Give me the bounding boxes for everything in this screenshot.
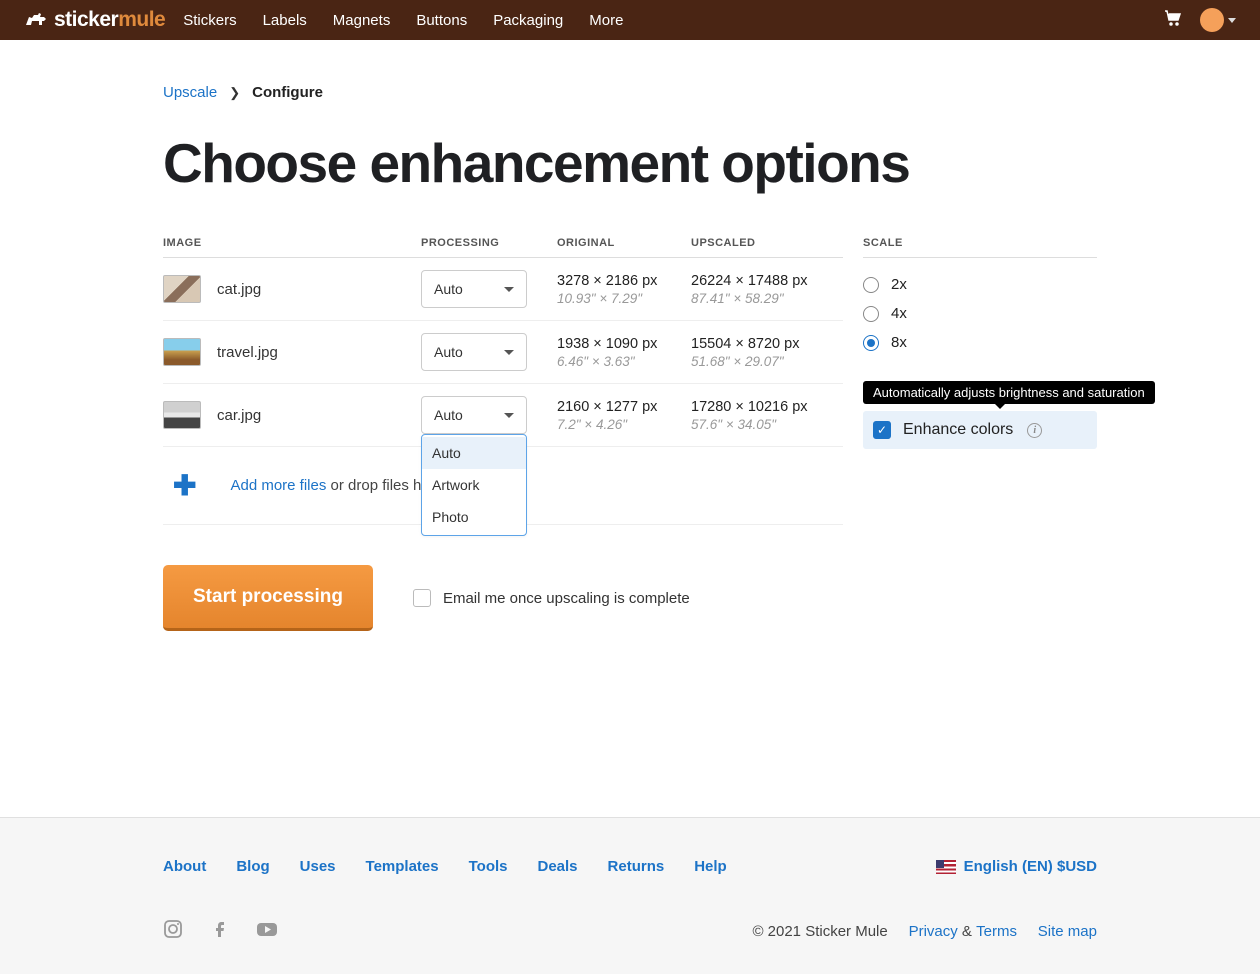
youtube-icon[interactable]	[255, 919, 279, 944]
dropdown-icon	[504, 350, 514, 355]
footer-about[interactable]: About	[163, 858, 206, 875]
file-name: cat.jpg	[217, 281, 261, 298]
page-title: Choose enhancement options	[163, 131, 1097, 195]
breadcrumb-current: Configure	[252, 84, 323, 101]
file-name: car.jpg	[217, 407, 261, 424]
chevron-right-icon: ❯	[229, 85, 240, 101]
enhance-colors-label: Enhance colors	[903, 421, 1013, 439]
radio-unchecked	[863, 306, 879, 322]
dropdown-icon	[504, 287, 514, 292]
footer-templates[interactable]: Templates	[366, 858, 439, 875]
thumbnail	[163, 401, 201, 429]
terms-link[interactable]: Terms	[976, 923, 1017, 940]
scale-option-8x[interactable]: 8x	[863, 334, 1097, 351]
nav-stickers[interactable]: Stickers	[183, 12, 236, 29]
footer-help[interactable]: Help	[694, 858, 727, 875]
facebook-icon[interactable]	[209, 919, 229, 944]
nav-labels[interactable]: Labels	[263, 12, 307, 29]
scale-option-4x[interactable]: 4x	[863, 305, 1097, 322]
account-menu[interactable]	[1200, 8, 1236, 32]
original-in: 6.46" × 3.63"	[557, 354, 691, 369]
table-row: car.jpg Auto Auto Artwork Photo	[163, 384, 843, 447]
upscaled-px: 26224 × 17488 px	[691, 273, 843, 289]
email-checkbox-row[interactable]: Email me once upscaling is complete	[413, 589, 690, 607]
footer-uses[interactable]: Uses	[300, 858, 336, 875]
upscaled-in: 87.41" × 58.29"	[691, 291, 843, 306]
table-row: cat.jpg Auto 3278 × 2186 px 10.93" × 7.2…	[163, 258, 843, 321]
upscaled-px: 15504 × 8720 px	[691, 336, 843, 352]
mule-icon	[24, 11, 48, 29]
upscaled-px: 17280 × 10216 px	[691, 399, 843, 415]
tooltip: Automatically adjusts brightness and sat…	[863, 381, 1155, 404]
add-files-link[interactable]: Add more files	[230, 477, 326, 494]
logo[interactable]: stickermule	[24, 8, 165, 32]
processing-select[interactable]: Auto	[421, 333, 527, 371]
plus-icon: ✚	[173, 469, 196, 502]
processing-select[interactable]: Auto	[421, 396, 527, 434]
main-nav: Stickers Labels Magnets Buttons Packagin…	[183, 12, 623, 29]
breadcrumb: Upscale ❯ Configure	[163, 84, 1097, 101]
thumbnail	[163, 275, 201, 303]
footer-deals[interactable]: Deals	[538, 858, 578, 875]
dropdown-icon	[504, 413, 514, 418]
table-header: IMAGE PROCESSING ORIGINAL UPSCALED	[163, 237, 843, 258]
caret-down-icon	[1228, 18, 1236, 23]
start-processing-button[interactable]: Start processing	[163, 565, 373, 631]
footer-returns[interactable]: Returns	[608, 858, 665, 875]
original-in: 10.93" × 7.29"	[557, 291, 691, 306]
social-links	[163, 919, 279, 944]
processing-select[interactable]: Auto	[421, 270, 527, 308]
original-px: 2160 × 1277 px	[557, 399, 691, 415]
email-checkbox-label: Email me once upscaling is complete	[443, 590, 690, 607]
scale-options: 2x 4x 8x	[863, 276, 1097, 351]
upscaled-in: 57.6" × 34.05"	[691, 417, 843, 432]
scale-heading: SCALE	[863, 237, 1097, 258]
col-original: ORIGINAL	[557, 237, 691, 249]
enhance-colors-row[interactable]: Automatically adjusts brightness and sat…	[863, 411, 1097, 449]
copyright: © 2021 Sticker Mule	[752, 923, 887, 940]
original-in: 7.2" × 4.26"	[557, 417, 691, 432]
radio-unchecked	[863, 277, 879, 293]
nav-buttons[interactable]: Buttons	[416, 12, 467, 29]
locale-selector[interactable]: English (EN) $USD	[936, 858, 1097, 875]
footer: About Blog Uses Templates Tools Deals Re…	[0, 817, 1260, 974]
original-px: 1938 × 1090 px	[557, 336, 691, 352]
original-px: 3278 × 2186 px	[557, 273, 691, 289]
avatar	[1200, 8, 1224, 32]
info-icon[interactable]: i	[1027, 423, 1042, 438]
upscaled-in: 51.68" × 29.07"	[691, 354, 843, 369]
sitemap-link[interactable]: Site map	[1038, 923, 1097, 940]
cart-icon[interactable]	[1164, 10, 1182, 31]
privacy-link[interactable]: Privacy	[909, 923, 958, 940]
nav-magnets[interactable]: Magnets	[333, 12, 391, 29]
checkbox-unchecked[interactable]	[413, 589, 431, 607]
thumbnail	[163, 338, 201, 366]
dropdown-option-auto[interactable]: Auto	[422, 437, 526, 469]
col-image: IMAGE	[163, 237, 421, 249]
footer-tools[interactable]: Tools	[469, 858, 508, 875]
flag-icon	[936, 860, 956, 874]
scale-option-2x[interactable]: 2x	[863, 276, 1097, 293]
col-processing: PROCESSING	[421, 237, 557, 249]
breadcrumb-root[interactable]: Upscale	[163, 84, 217, 101]
top-nav: stickermule Stickers Labels Magnets Butt…	[0, 0, 1260, 40]
dropdown-option-photo[interactable]: Photo	[422, 501, 526, 533]
footer-links: About Blog Uses Templates Tools Deals Re…	[163, 858, 727, 875]
footer-blog[interactable]: Blog	[236, 858, 269, 875]
processing-dropdown: Auto Artwork Photo	[421, 434, 527, 536]
col-upscaled: UPSCALED	[691, 237, 843, 249]
radio-checked	[863, 335, 879, 351]
nav-more[interactable]: More	[589, 12, 623, 29]
dropdown-option-artwork[interactable]: Artwork	[422, 469, 526, 501]
checkbox-checked[interactable]: ✓	[873, 421, 891, 439]
file-name: travel.jpg	[217, 344, 278, 361]
table-row: travel.jpg Auto 1938 × 1090 px 6.46" × 3…	[163, 321, 843, 384]
nav-packaging[interactable]: Packaging	[493, 12, 563, 29]
instagram-icon[interactable]	[163, 919, 183, 944]
